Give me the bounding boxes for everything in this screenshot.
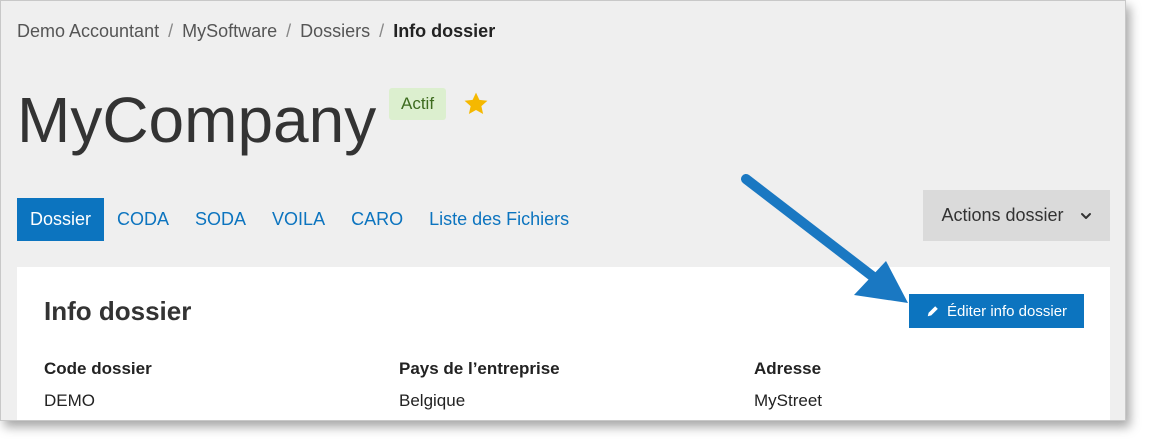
star-icon[interactable] [462,90,490,118]
app-window: Demo Accountant / MySoftware / Dossiers / Info… [0,0,1126,421]
pencil-icon [927,306,938,317]
tab-liste-des-fichiers[interactable]: Liste des Fichiers [416,198,582,241]
edit-button-label: Éditer info dossier [946,302,1068,320]
tab-dossier[interactable]: Dossier [17,198,105,241]
field-label-adresse: Adresse [754,359,822,378]
status-badge: Actif [389,88,447,120]
tab-caro[interactable]: CARO [338,198,416,241]
breadcrumb: Demo Accountant / MySoftware / Dossiers / Info… [17,21,495,42]
breadcrumb-separator: / [168,21,174,41]
breadcrumb-separator: / [286,21,292,41]
tab-coda[interactable]: CODA [104,198,182,241]
breadcrumb-current: Info dossier [393,21,496,41]
edit-info-dossier-button[interactable]: Éditer info dossier [909,294,1084,328]
chevron-down-icon [1080,212,1091,219]
info-dossier-panel: Info dossier Éditer info dossier Code do… [17,267,1110,420]
tab-soda[interactable]: SODA [182,198,259,241]
actions-dossier-dropdown[interactable]: Actions dossier [923,190,1110,241]
page-title: MyCompany [17,84,377,156]
field-label-code-dossier: Code dossier [44,359,152,378]
breadcrumb-item-dossiers[interactable]: Dossiers [300,21,370,41]
field-label-pays: Pays de l’entreprise [399,359,560,378]
actions-dossier-label: Actions dossier [941,205,1064,225]
breadcrumb-item-mysoftware[interactable]: MySoftware [182,21,277,41]
field-value-code-dossier: DEMO [44,391,95,410]
field-value-pays: Belgique [399,391,466,410]
breadcrumb-item-demo-accountant[interactable]: Demo Accountant [17,21,159,41]
tab-bar: Dossier CODA SODA VOILA CARO Liste des F… [17,198,582,241]
panel-title: Info dossier [44,296,192,326]
breadcrumb-separator: / [379,21,385,41]
tab-voila[interactable]: VOILA [259,198,338,241]
field-value-adresse: MyStreet [754,391,823,410]
